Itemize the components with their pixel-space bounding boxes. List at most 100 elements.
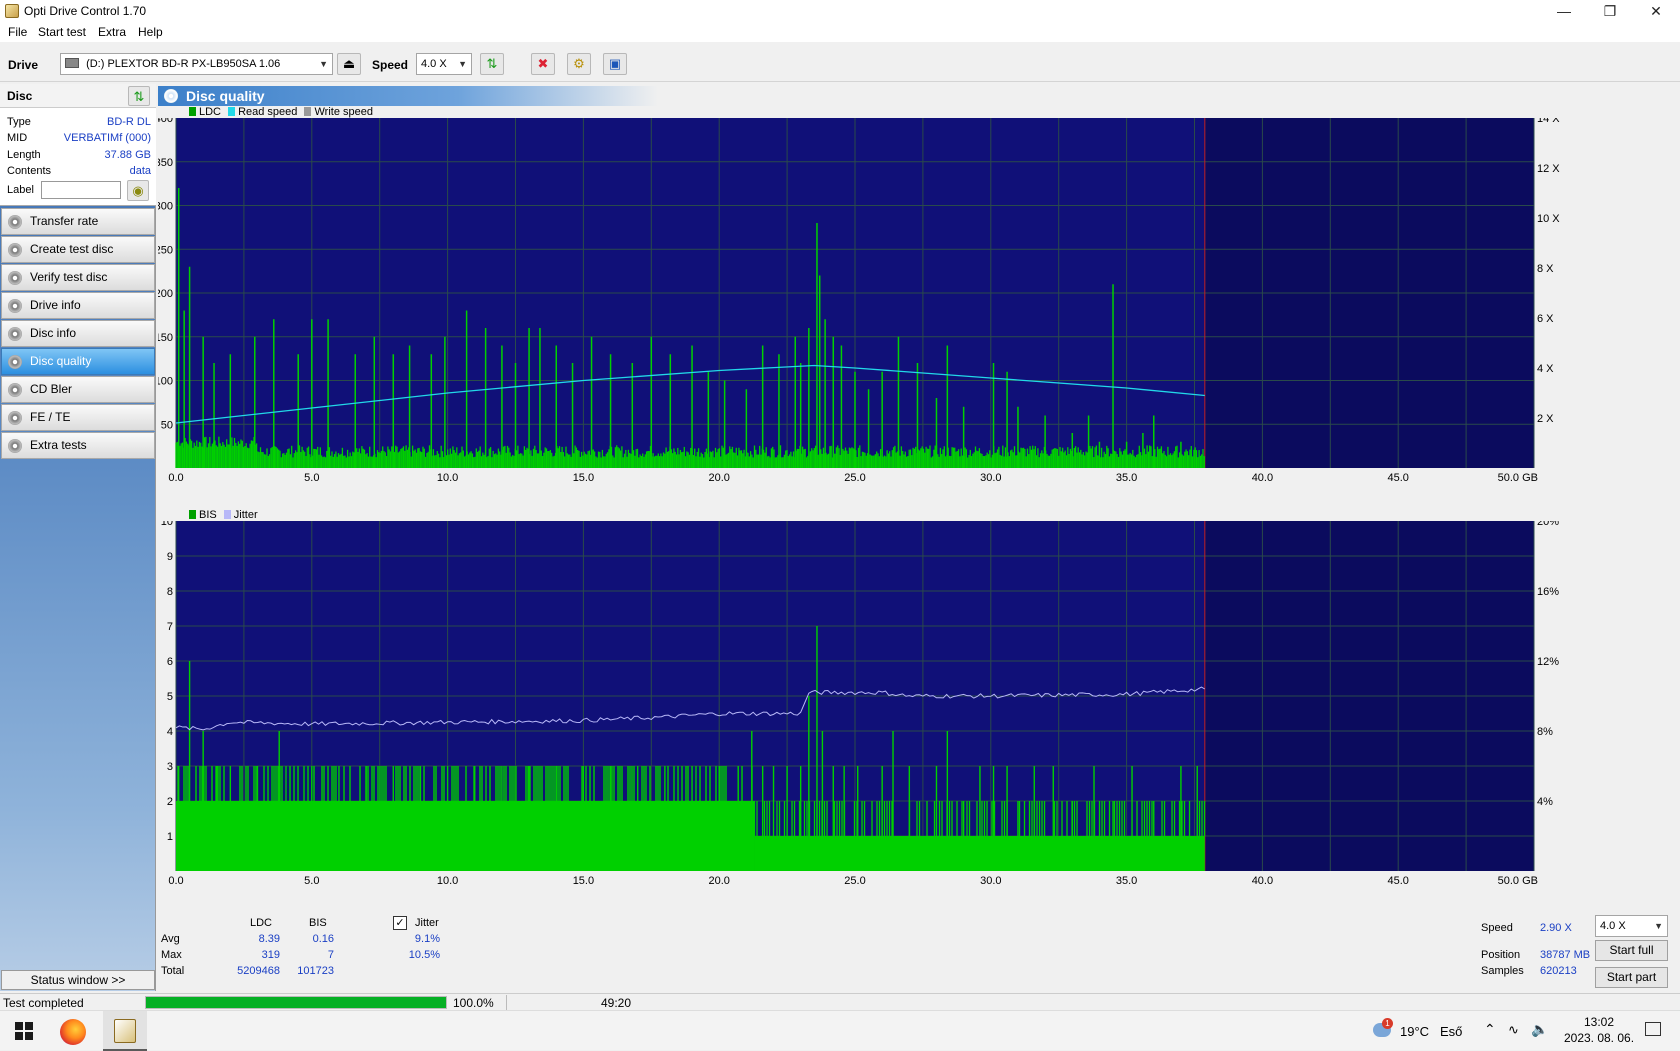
- disc-icon: [8, 383, 22, 397]
- y-tick-label: 350: [158, 157, 173, 169]
- nav-extra-tests[interactable]: Extra tests: [1, 432, 155, 459]
- progress-bar: [145, 996, 447, 1009]
- x-tick-label: 45.0: [1387, 472, 1408, 484]
- stat-avg-jitter: 9.1%: [414, 933, 440, 945]
- disc-label-input[interactable]: [41, 181, 121, 199]
- sidebar: Disc ⇅ Type BD-R DL MID VERBATIMf (000) Le…: [0, 84, 156, 991]
- nav-disc-info[interactable]: Disc info: [1, 320, 155, 347]
- disc-icon: ◉: [132, 183, 144, 198]
- stat-max-bis: 7: [327, 949, 334, 961]
- disc-icon: [8, 411, 22, 425]
- status-window-button[interactable]: Status window >>: [1, 970, 155, 990]
- taskbar-opti-drive-control[interactable]: [103, 1011, 147, 1051]
- minimize-button[interactable]: —: [1541, 0, 1587, 22]
- bis-legend: BIS Jitter: [189, 509, 258, 521]
- ldc-legend: LDC Read speed Write speed: [189, 106, 373, 118]
- y-tick-label: 200: [158, 288, 173, 300]
- notifications-icon[interactable]: [1645, 1022, 1661, 1036]
- erase-button[interactable]: ✖: [531, 53, 555, 75]
- y-tick-label: 6: [167, 656, 173, 668]
- progress-fill: [146, 997, 446, 1008]
- samples-value: 620213: [1540, 965, 1577, 977]
- stat-row-label: Avg: [161, 933, 180, 945]
- menu-extra[interactable]: Extra: [98, 25, 126, 39]
- refresh-icon: ⇅: [133, 89, 145, 104]
- volume-icon[interactable]: 🔈: [1531, 1021, 1548, 1038]
- drive-select[interactable]: (D:) PLEXTOR BD-R PX-LB950SA 1.06 ▼: [60, 53, 333, 75]
- clock-date: 2023. 08. 06.: [1563, 1031, 1635, 1045]
- disc-refresh-button[interactable]: ⇅: [128, 86, 150, 106]
- test-speed-select[interactable]: 4.0 X ▼: [1595, 915, 1668, 937]
- y-tick-label: 3: [167, 761, 173, 773]
- speed-select-value: 4.0 X: [421, 58, 447, 70]
- floppy-icon: ▣: [608, 56, 622, 71]
- main-panel: Disc quality LDC Read speed Write speed …: [158, 84, 1678, 991]
- nav-fe-te[interactable]: FE / TE: [1, 404, 155, 431]
- legend-swatch-bis: [189, 510, 196, 519]
- weather-temp: 19°C: [1400, 1024, 1430, 1039]
- save-button[interactable]: ▣: [603, 53, 627, 75]
- x-tick-label: 0.0: [168, 472, 183, 484]
- windows-start-icon[interactable]: [15, 1022, 33, 1040]
- y-tick-label: 300: [158, 201, 173, 213]
- nav-disc-quality[interactable]: Disc quality: [1, 348, 155, 375]
- y-tick-label: 5: [167, 691, 173, 703]
- disc-label-apply-button[interactable]: ◉: [127, 180, 149, 201]
- refresh-speed-button[interactable]: ⇅: [480, 53, 504, 75]
- nav-transfer-rate[interactable]: Transfer rate: [1, 208, 155, 235]
- legend-label: Read speed: [238, 106, 298, 118]
- y-tick-label: 10: [161, 521, 173, 528]
- drive-select-value: (D:) PLEXTOR BD-R PX-LB950SA 1.06: [86, 58, 281, 70]
- stat-max-jitter: 10.5%: [408, 949, 440, 961]
- eject-button[interactable]: ⏏: [337, 53, 361, 75]
- nav-create-test-disc[interactable]: Create test disc: [1, 236, 155, 263]
- x-tick-label: 15.0: [573, 875, 594, 887]
- disc-icon: [164, 89, 178, 103]
- y-tick-label: 1: [167, 831, 173, 843]
- panel-header: Disc quality: [158, 86, 658, 106]
- nav-drive-info[interactable]: Drive info: [1, 292, 155, 319]
- y-tick-label: 250: [158, 244, 173, 256]
- disc-icon: [8, 299, 22, 313]
- weather-text: Eső: [1440, 1024, 1463, 1039]
- y2-tick-label: 4 X: [1537, 363, 1554, 375]
- legend-label: Write speed: [314, 106, 373, 118]
- speed-stat-label: Speed: [1481, 922, 1513, 934]
- menu-help[interactable]: Help: [138, 25, 163, 39]
- speed-select[interactable]: 4.0 X ▼: [416, 53, 472, 75]
- status-divider: [506, 995, 507, 1010]
- start-full-button[interactable]: Start full: [1595, 940, 1668, 961]
- toolbar: Drive (D:) PLEXTOR BD-R PX-LB950SA 1.06 …: [0, 42, 1680, 82]
- jitter-checkbox[interactable]: ✓: [393, 916, 407, 930]
- nav-cd-bler[interactable]: CD Bler: [1, 376, 155, 403]
- firefox-icon[interactable]: [60, 1019, 86, 1045]
- disc-icon: [8, 271, 22, 285]
- wifi-icon[interactable]: ∿: [1508, 1022, 1519, 1038]
- y-tick-label: 150: [158, 332, 173, 344]
- restore-button[interactable]: ❐: [1587, 0, 1633, 22]
- gears-icon: ⚙: [573, 56, 585, 71]
- stat-row-label: Max: [161, 949, 182, 961]
- nav-label: Transfer rate: [30, 214, 99, 228]
- settings-button[interactable]: ⚙: [567, 53, 591, 75]
- disc-value: data: [129, 165, 151, 177]
- nav-label: Verify test disc: [30, 270, 108, 284]
- start-part-button[interactable]: Start part: [1595, 967, 1668, 988]
- position-value: 38787 MB: [1540, 949, 1591, 961]
- close-button[interactable]: ✕: [1633, 0, 1679, 22]
- x-tick-label: 5.0: [304, 472, 319, 484]
- y2-tick-label: 16%: [1537, 586, 1559, 598]
- menu-file[interactable]: File: [8, 25, 27, 39]
- x-tick-label: 5.0: [304, 875, 319, 887]
- x-tick-label: 25.0: [844, 875, 865, 887]
- x-tick-label: 50.0 GB: [1498, 875, 1538, 887]
- bis-base-bar: [176, 801, 755, 871]
- legend-swatch-ldc: [189, 107, 196, 116]
- y2-tick-label: 10 X: [1537, 213, 1560, 225]
- status-text: Test completed: [3, 996, 84, 1010]
- menu-start-test[interactable]: Start test: [38, 25, 86, 39]
- chevron-up-icon[interactable]: ⌃: [1484, 1021, 1496, 1038]
- x-tick-label: 35.0: [1116, 875, 1137, 887]
- x-tick-label: 25.0: [844, 472, 865, 484]
- nav-verify-test-disc[interactable]: Verify test disc: [1, 264, 155, 291]
